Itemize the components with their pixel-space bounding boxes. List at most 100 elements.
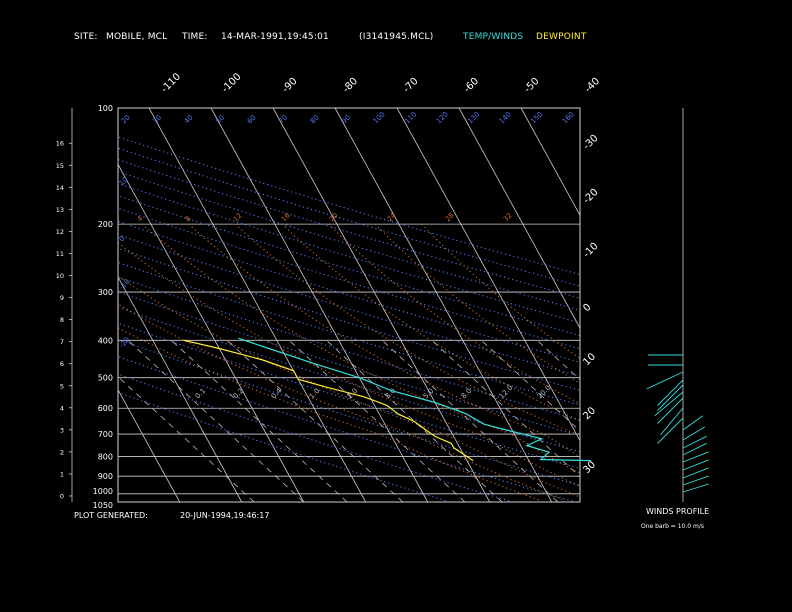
isotherm-line [334,108,553,502]
dry-adiabat-label: 130 [466,110,481,125]
isotherm-line [118,388,181,502]
height-tick-label: 5 [60,382,64,390]
height-tick-label: 16 [56,140,64,148]
dry-adiabat [118,220,580,363]
isotherm-top-label: -50 [522,76,541,95]
plot-generated-value: 20-JUN-1994,19:46:17 [180,511,270,520]
pressure-tick-label: 700 [98,430,113,439]
isotherm-top-label: -110 [159,71,183,95]
dry-adiabat [118,339,580,487]
wind-barb [682,467,709,479]
isotherm-right-label: -10 [581,241,600,260]
dry-adiabat-label: 40 [183,113,195,125]
height-tick-label: 4 [60,404,64,412]
skew-t-diagram: 1002003004005006007008009001000105001234… [0,71,792,510]
dry-adiabat [118,136,580,276]
moist-adiabat-label: 8 [184,215,193,224]
pressure-tick-label: 100 [98,104,113,113]
isotherm-right-label: 30 [581,459,598,476]
height-tick-label: 3 [60,426,64,434]
dry-adiabat-label: 110 [403,110,418,125]
dry-adiabat-label: 160 [561,110,576,125]
moist-adiabat [118,275,580,498]
mixing-ratio-label: 0.1 [194,387,208,401]
isotherm-right-label: 0 [581,302,593,314]
pressure-tick-label: 600 [98,404,113,413]
pressure-tick-label: 300 [98,288,113,297]
wind-barb [682,442,707,456]
moist-adiabat-label: 24 [386,211,398,223]
winds-profile-panel [646,108,709,502]
height-tick-label: 9 [60,294,64,302]
dry-adiabat [118,391,448,502]
isotherm-right-label: -20 [581,187,600,206]
dry-adiabat [118,276,580,421]
dry-adiabat-label: 0 [118,235,127,244]
isotherm-line [148,108,367,502]
pressure-tick-label: 1000 [93,487,113,496]
wind-barb [657,417,684,444]
dry-adiabat-label: 100 [372,110,387,125]
height-tick-label: 8 [60,316,64,324]
height-tick-label: 14 [56,184,64,192]
diagram-background-lines [0,108,792,502]
dry-adiabat [118,147,580,287]
dry-adiabat-label: 20 [120,113,132,125]
dry-adiabat [118,291,580,437]
isotherm-line [458,108,580,329]
moist-adiabat [328,223,580,405]
wind-barb [682,475,709,486]
isotherm-top-label: -100 [220,71,244,95]
isotherm-right-label: 10 [581,351,598,368]
mixing-ratio-label: 0.4 [270,386,284,400]
winds-profile-label: WINDS PROFILE [646,507,710,516]
dry-adiabat-label: 70 [277,113,289,125]
height-tick-label: 11 [56,250,64,258]
dry-adiabat-label: 10 [118,175,130,187]
wind-barb [682,459,709,471]
isotherm-line [396,108,580,442]
dry-adiabat-label: 120 [435,110,450,125]
pressure-tick-label: 500 [98,374,113,383]
wind-barb [682,426,706,441]
mixing-ratio-label: 8.0 [460,387,474,401]
mixing-ratio-label: 0.2 [232,387,246,401]
wind-barb [646,371,684,390]
dry-adiabat-label: 90 [340,113,352,125]
dry-adiabat-label: -20 [118,336,132,350]
moist-adiabat-label: 32 [502,211,514,223]
dry-adiabat-label: 150 [529,110,544,125]
isotherm-line [583,108,792,502]
isotherm-line [118,163,305,502]
moist-adiabat-label: 20 [328,211,340,223]
height-tick-label: 2 [60,448,64,456]
dry-adiabat-label: 60 [246,113,258,125]
height-tick-label: 6 [60,360,64,368]
barb-note: One barb = 10.0 m/s [641,523,704,530]
isotherm-line [210,108,429,502]
plot-generated-label: PLOT GENERATED: [74,511,148,520]
dry-adiabat [118,182,580,324]
height-tick-label: 10 [56,272,64,280]
dry-adiabat-label: 50 [214,113,226,125]
moist-adiabat [234,223,580,437]
height-tick-label: 7 [60,338,64,346]
moist-adiabat [118,241,580,487]
moist-adiabat-label: 16 [280,211,292,223]
dry-adiabat [118,195,580,337]
isotherm-line [0,108,56,502]
isotherm-top-label: -60 [462,76,481,95]
moist-adiabat [281,223,580,422]
mixing-ratio-label: 1.0 [308,387,322,401]
dry-adiabat [118,159,580,299]
dry-adiabat [118,170,580,311]
isotherm-right-label: 20 [581,405,598,422]
pressure-tick-label: 1050 [93,501,113,510]
dry-adiabat [118,207,580,350]
height-tick-label: 15 [56,162,64,170]
height-tick-label: 12 [56,228,64,236]
moist-adiabat [141,223,580,474]
moist-adiabat-label: 28 [444,211,456,223]
dry-adiabat [118,306,580,453]
mixing-ratio-line [431,339,580,478]
